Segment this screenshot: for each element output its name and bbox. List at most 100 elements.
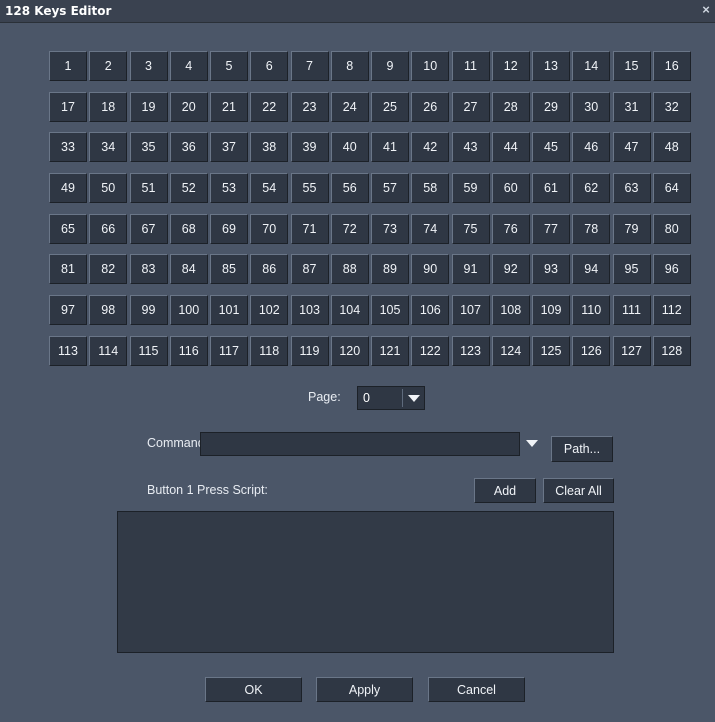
key-button-91[interactable]: 91 xyxy=(451,254,490,285)
key-button-5[interactable]: 5 xyxy=(210,51,248,81)
key-button-29[interactable]: 29 xyxy=(532,91,570,122)
key-button-93[interactable]: 93 xyxy=(532,254,570,285)
key-button-124[interactable]: 124 xyxy=(491,335,530,366)
key-button-122[interactable]: 122 xyxy=(411,335,450,366)
key-button-86[interactable]: 86 xyxy=(250,254,289,285)
key-button-44[interactable]: 44 xyxy=(491,132,530,163)
key-button-62[interactable]: 62 xyxy=(572,173,611,204)
key-button-27[interactable]: 27 xyxy=(451,91,490,122)
key-button-12[interactable]: 12 xyxy=(491,51,530,81)
key-button-64[interactable]: 64 xyxy=(652,173,691,204)
key-button-36[interactable]: 36 xyxy=(169,132,208,163)
key-button-28[interactable]: 28 xyxy=(491,91,530,122)
key-button-70[interactable]: 70 xyxy=(250,213,289,244)
key-button-116[interactable]: 116 xyxy=(169,335,208,366)
key-button-34[interactable]: 34 xyxy=(89,132,128,163)
key-button-108[interactable]: 108 xyxy=(491,295,530,326)
key-button-94[interactable]: 94 xyxy=(572,254,611,285)
key-button-11[interactable]: 11 xyxy=(451,51,490,81)
key-button-110[interactable]: 110 xyxy=(572,295,611,326)
key-button-103[interactable]: 103 xyxy=(290,295,329,326)
key-button-98[interactable]: 98 xyxy=(89,295,128,326)
key-button-38[interactable]: 38 xyxy=(250,132,289,163)
cancel-button[interactable]: Cancel xyxy=(428,677,525,702)
page-select[interactable]: 0 xyxy=(357,386,425,410)
key-button-10[interactable]: 10 xyxy=(411,51,450,81)
key-button-17[interactable]: 17 xyxy=(49,91,87,122)
key-button-63[interactable]: 63 xyxy=(612,173,651,204)
key-button-76[interactable]: 76 xyxy=(491,213,530,244)
key-button-68[interactable]: 68 xyxy=(169,213,208,244)
key-button-80[interactable]: 80 xyxy=(652,213,691,244)
clear-all-button[interactable]: Clear All xyxy=(543,478,614,503)
key-button-56[interactable]: 56 xyxy=(330,173,369,204)
key-button-67[interactable]: 67 xyxy=(129,213,168,244)
key-button-7[interactable]: 7 xyxy=(290,51,329,81)
key-button-114[interactable]: 114 xyxy=(89,335,128,366)
key-button-109[interactable]: 109 xyxy=(532,295,570,326)
key-button-84[interactable]: 84 xyxy=(169,254,208,285)
key-button-31[interactable]: 31 xyxy=(612,91,651,122)
key-button-107[interactable]: 107 xyxy=(451,295,490,326)
key-button-41[interactable]: 41 xyxy=(371,132,409,163)
key-button-66[interactable]: 66 xyxy=(89,213,128,244)
key-button-101[interactable]: 101 xyxy=(210,295,248,326)
key-button-32[interactable]: 32 xyxy=(652,91,691,122)
key-button-20[interactable]: 20 xyxy=(169,91,208,122)
key-button-65[interactable]: 65 xyxy=(49,213,87,244)
key-button-88[interactable]: 88 xyxy=(330,254,369,285)
key-button-115[interactable]: 115 xyxy=(129,335,168,366)
key-button-8[interactable]: 8 xyxy=(330,51,369,81)
ok-button[interactable]: OK xyxy=(205,677,302,702)
key-button-73[interactable]: 73 xyxy=(371,213,409,244)
key-button-85[interactable]: 85 xyxy=(210,254,248,285)
key-button-24[interactable]: 24 xyxy=(330,91,369,122)
key-button-21[interactable]: 21 xyxy=(210,91,248,122)
path-button[interactable]: Path... xyxy=(551,436,613,462)
key-button-90[interactable]: 90 xyxy=(411,254,450,285)
key-button-23[interactable]: 23 xyxy=(290,91,329,122)
key-button-87[interactable]: 87 xyxy=(290,254,329,285)
key-button-54[interactable]: 54 xyxy=(250,173,289,204)
key-button-42[interactable]: 42 xyxy=(411,132,450,163)
key-button-106[interactable]: 106 xyxy=(411,295,450,326)
key-button-9[interactable]: 9 xyxy=(371,51,409,81)
key-button-15[interactable]: 15 xyxy=(612,51,651,81)
command-input[interactable] xyxy=(200,432,520,456)
key-button-57[interactable]: 57 xyxy=(371,173,409,204)
key-button-112[interactable]: 112 xyxy=(652,295,691,326)
key-button-58[interactable]: 58 xyxy=(411,173,450,204)
key-button-96[interactable]: 96 xyxy=(652,254,691,285)
key-button-113[interactable]: 113 xyxy=(49,335,87,366)
key-button-126[interactable]: 126 xyxy=(572,335,611,366)
key-button-22[interactable]: 22 xyxy=(250,91,289,122)
key-button-53[interactable]: 53 xyxy=(210,173,248,204)
key-button-39[interactable]: 39 xyxy=(290,132,329,163)
key-button-81[interactable]: 81 xyxy=(49,254,87,285)
key-button-61[interactable]: 61 xyxy=(532,173,570,204)
key-button-123[interactable]: 123 xyxy=(451,335,490,366)
key-button-83[interactable]: 83 xyxy=(129,254,168,285)
key-button-89[interactable]: 89 xyxy=(371,254,409,285)
key-button-60[interactable]: 60 xyxy=(491,173,530,204)
key-button-79[interactable]: 79 xyxy=(612,213,651,244)
key-button-82[interactable]: 82 xyxy=(89,254,128,285)
key-button-49[interactable]: 49 xyxy=(49,173,87,204)
key-button-45[interactable]: 45 xyxy=(532,132,570,163)
key-button-43[interactable]: 43 xyxy=(451,132,490,163)
key-button-100[interactable]: 100 xyxy=(169,295,208,326)
close-icon[interactable]: × xyxy=(699,3,713,17)
key-button-4[interactable]: 4 xyxy=(169,51,208,81)
title-bar[interactable]: 128 Keys Editor × xyxy=(0,0,715,23)
key-button-14[interactable]: 14 xyxy=(572,51,611,81)
key-button-119[interactable]: 119 xyxy=(290,335,329,366)
script-textarea[interactable] xyxy=(117,511,614,653)
key-button-50[interactable]: 50 xyxy=(89,173,128,204)
key-button-51[interactable]: 51 xyxy=(129,173,168,204)
key-button-33[interactable]: 33 xyxy=(49,132,87,163)
key-button-99[interactable]: 99 xyxy=(129,295,168,326)
apply-button[interactable]: Apply xyxy=(316,677,413,702)
key-button-78[interactable]: 78 xyxy=(572,213,611,244)
key-button-37[interactable]: 37 xyxy=(210,132,248,163)
key-button-26[interactable]: 26 xyxy=(411,91,450,122)
